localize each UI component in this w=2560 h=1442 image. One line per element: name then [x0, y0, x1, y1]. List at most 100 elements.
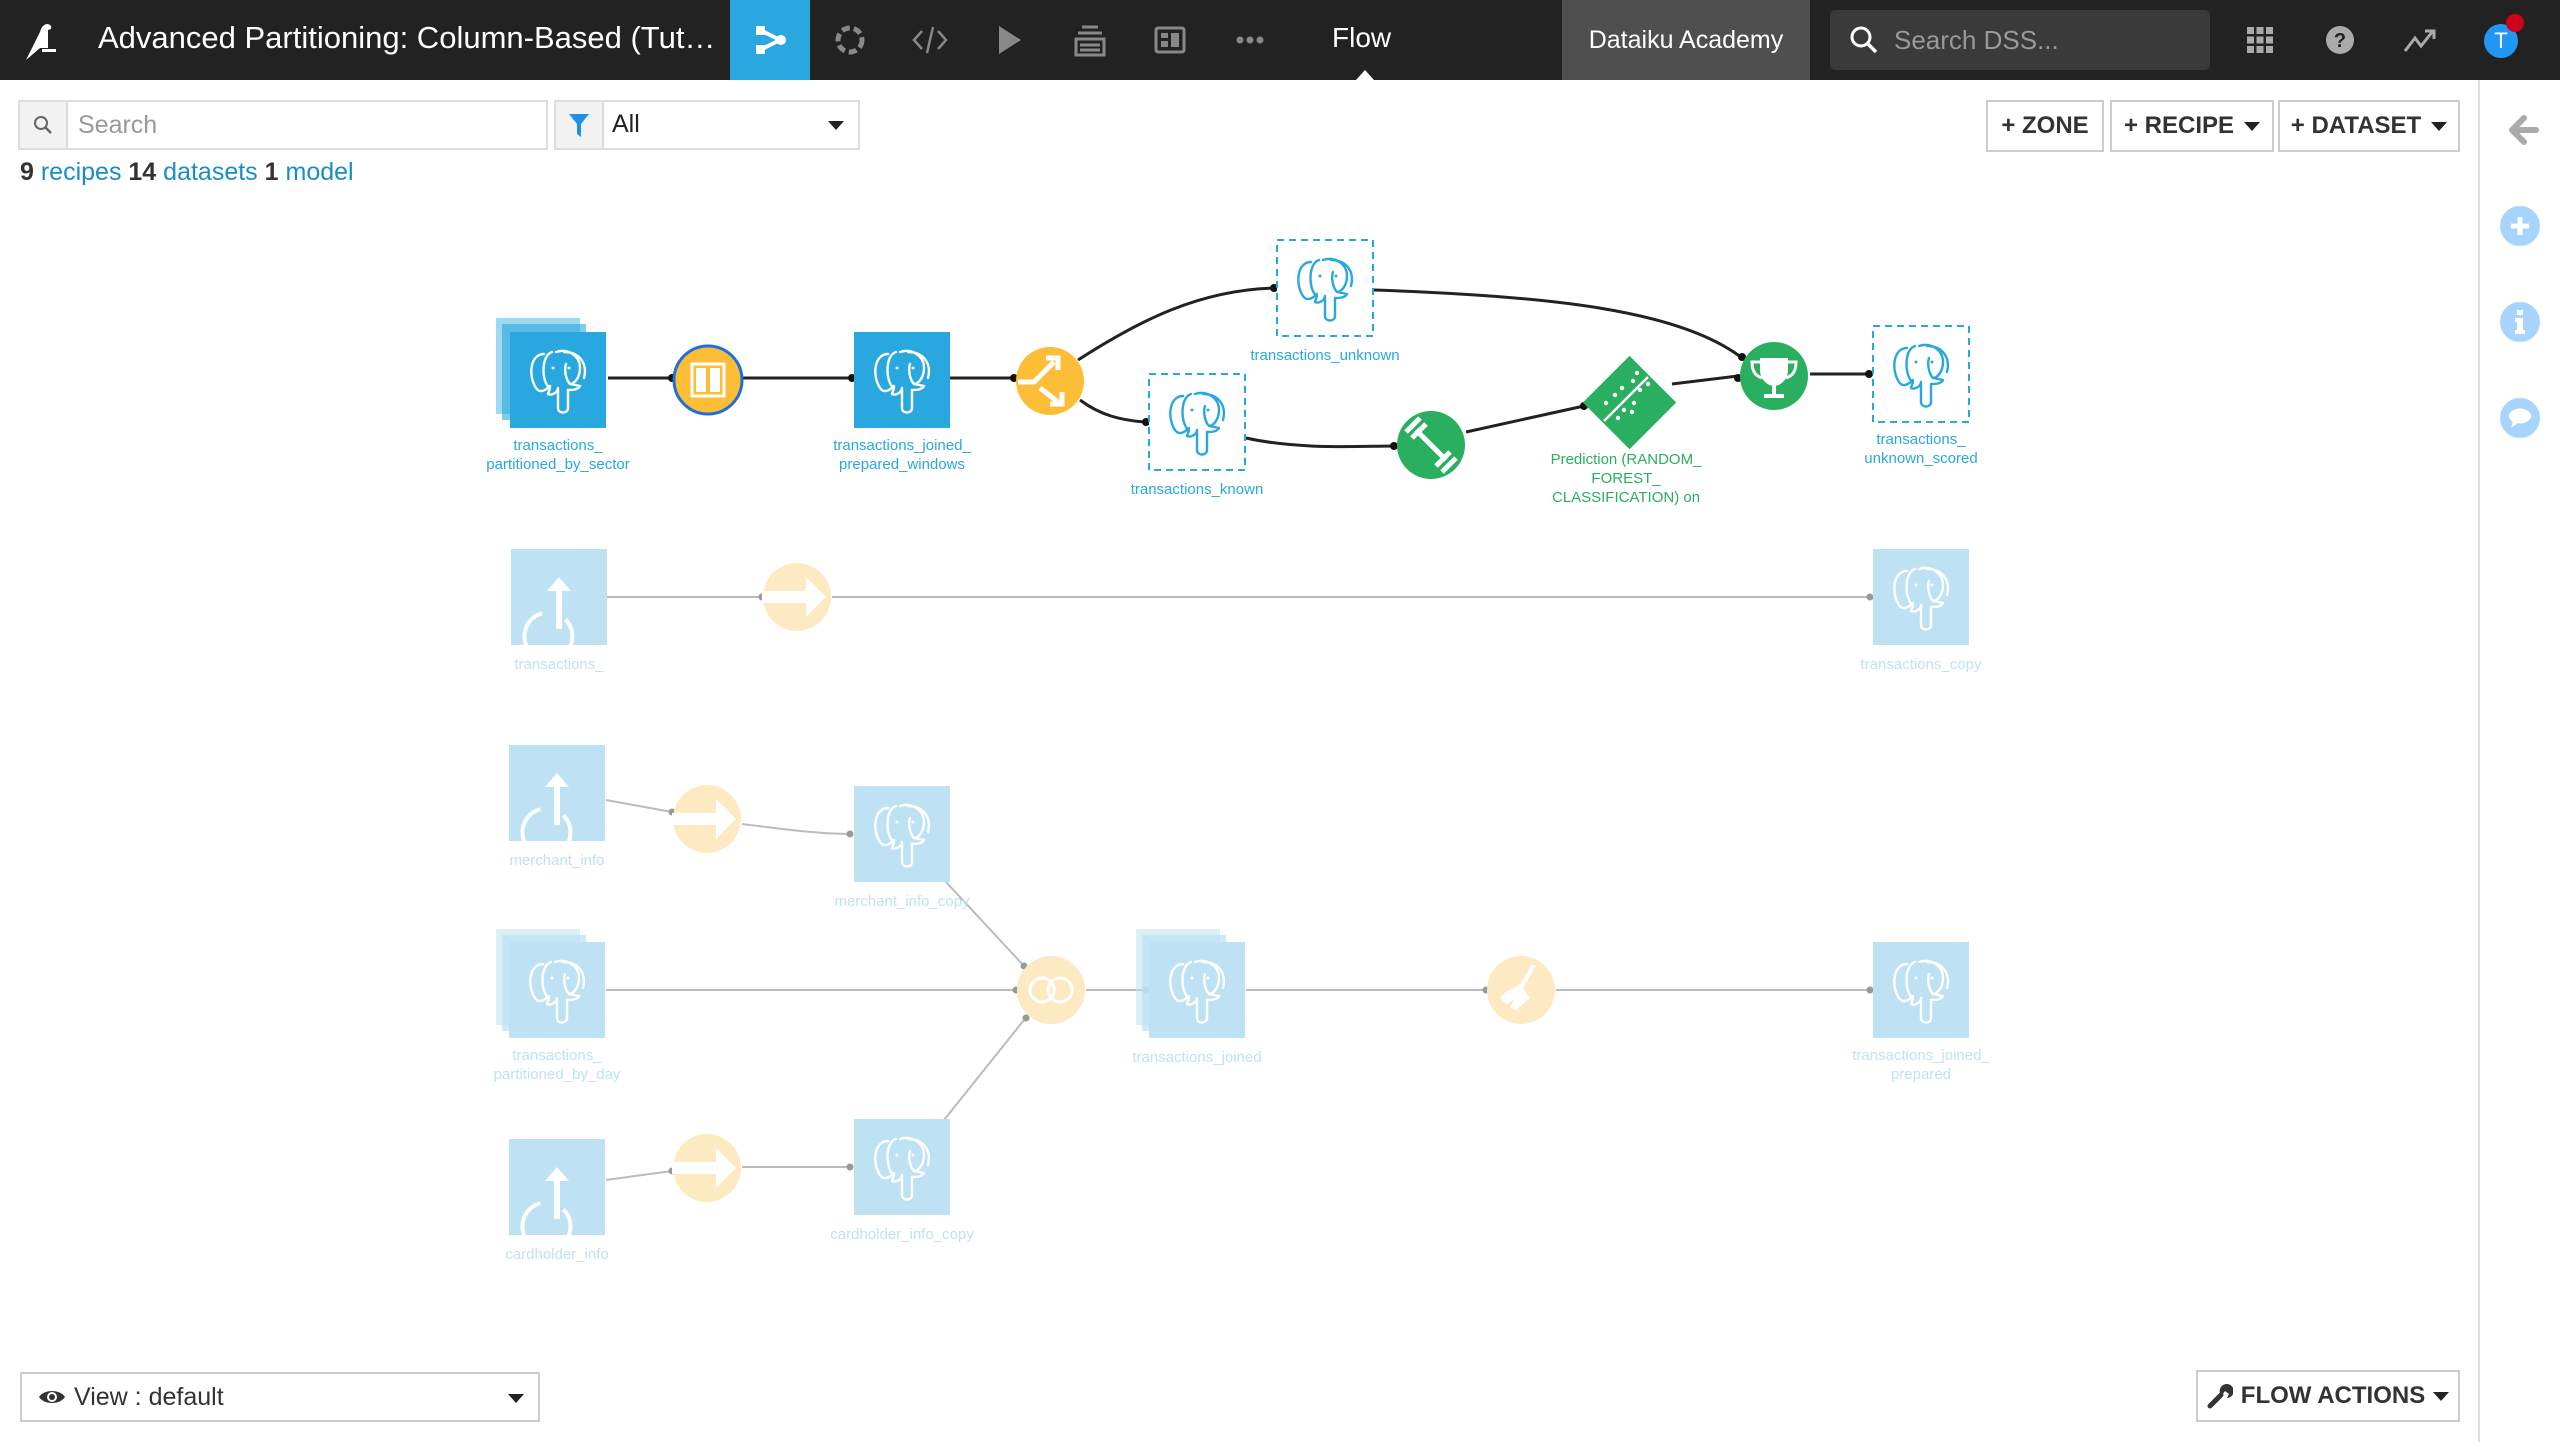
- dataset-label: transactions_copy: [1860, 656, 1982, 673]
- dataiku-logo-icon[interactable]: [18, 18, 62, 62]
- current-section-label: Flow: [1332, 22, 1392, 53]
- faded-edges: [605, 596, 1870, 1181]
- dataset-label: transactions_unknown: [1250, 347, 1400, 364]
- flow-icon: [756, 26, 786, 54]
- dataset-node-merchant-info[interactable]: [509, 745, 605, 864]
- recipe-node-train[interactable]: [1397, 411, 1465, 479]
- trend-icon: [2403, 29, 2436, 52]
- datasets-nav-button[interactable]: [1050, 0, 1130, 80]
- recipe-node-window[interactable]: [672, 344, 744, 416]
- datasets-stack-icon: [1074, 25, 1106, 57]
- recipe-node-sync-transactions[interactable]: [762, 563, 831, 631]
- dataset-label: cardholder_info_copy: [830, 1226, 974, 1243]
- edge: [1373, 288, 1743, 360]
- edge: [1671, 374, 1739, 386]
- dataset-label: transactions_joined: [1132, 1049, 1262, 1066]
- eye-icon: [38, 1386, 66, 1413]
- dataset-node-transactions-unknown-scored[interactable]: [1872, 325, 1970, 423]
- code-nav-button[interactable]: [890, 0, 970, 80]
- recipe-node-join[interactable]: [1017, 956, 1085, 1024]
- flow-actions-label: FLOW ACTIONS: [2240, 1382, 2426, 1409]
- apps-grid-icon: [2247, 27, 2273, 53]
- recipe-node-score[interactable]: [1740, 342, 1808, 410]
- recipe-node-sync-cardholder[interactable]: [672, 1134, 741, 1202]
- dataset-label: cardholder_info: [505, 1246, 609, 1263]
- edge: [741, 823, 851, 835]
- activity-button[interactable]: [2400, 20, 2440, 60]
- edge: [605, 1170, 673, 1181]
- dataset-node-transactions-unknown[interactable]: [1276, 239, 1374, 337]
- recipe-node-split[interactable]: [1016, 347, 1084, 415]
- dataset-node-transactions-partitioned-by-sector[interactable]: [496, 318, 606, 428]
- edge: [1245, 436, 1395, 449]
- dataset-node-transactions-known[interactable]: [1148, 373, 1246, 471]
- edge: [943, 1019, 1025, 1121]
- dataset-node-transactions-partitioned-by-day[interactable]: [496, 929, 605, 1038]
- active-edge-dots: [668, 284, 1873, 450]
- run-icon: [999, 26, 1021, 54]
- flow-graph: [496, 239, 1970, 1258]
- chevron-down-icon: [2433, 1391, 2450, 1401]
- dashboard-nav-button[interactable]: [1130, 0, 1210, 80]
- collapse-panel-button[interactable]: [2502, 110, 2542, 150]
- discussions-panel-button[interactable]: [2500, 398, 2540, 438]
- chevron-down-icon: [508, 1394, 524, 1403]
- dataset-label: merchant_info_copy: [834, 893, 970, 910]
- dataset-label: transactions_ partitioned_by_sector: [486, 437, 630, 473]
- recipe-node-sync-merchant[interactable]: [672, 785, 741, 853]
- info-icon: [2515, 310, 2525, 334]
- info-panel-button[interactable]: [2500, 302, 2540, 342]
- model-label: Prediction (RANDOM_ FOREST_ CLASSIFICATION…: [1550, 451, 1702, 506]
- view-selector[interactable]: View : default: [20, 1372, 540, 1422]
- lab-nav-button[interactable]: [810, 0, 890, 80]
- edge: [1465, 404, 1585, 434]
- more-icon: [1236, 36, 1264, 44]
- view-selector-label: View : default: [74, 1383, 224, 1411]
- faded-edge-dots: [668, 593, 1874, 1175]
- dataset-label: merchant_info: [509, 852, 605, 869]
- notification-badge: [2506, 14, 2524, 32]
- jobs-nav-button[interactable]: [970, 0, 1050, 80]
- more-nav-button[interactable]: [1210, 0, 1290, 80]
- flow-actions-button[interactable]: FLOW ACTIONS: [2196, 1370, 2460, 1422]
- dataset-node-transactions-joined[interactable]: [1136, 929, 1245, 1038]
- recipe-node-prepare[interactable]: [1487, 956, 1555, 1024]
- section-indicator-caret: [1356, 70, 1374, 80]
- top-navigation-bar: Advanced Partitioning: Column-Based (Tut…: [0, 0, 2560, 80]
- lab-icon: [835, 25, 865, 55]
- add-icon: [2511, 217, 2529, 235]
- instance-name-button[interactable]: Dataiku Academy: [1562, 0, 1810, 80]
- dataset-node-cardholder-info[interactable]: [509, 1139, 605, 1258]
- dataset-label: transactions_known: [1130, 481, 1264, 498]
- wrench-icon: [2207, 1384, 2233, 1409]
- help-icon: ?: [2326, 26, 2354, 54]
- model-node-prediction[interactable]: [1582, 355, 1677, 450]
- code-icon: [912, 26, 948, 54]
- dataset-label: transactions_joined_ prepared: [1852, 1047, 1990, 1083]
- global-search-input[interactable]: [1894, 20, 2194, 60]
- dataset-node-transactions-joined-prepared[interactable]: [1873, 942, 1969, 1038]
- flow-nav-button[interactable]: [730, 0, 810, 80]
- apps-grid-button[interactable]: [2240, 20, 2280, 60]
- dataset-node-merchant-info-copy[interactable]: [854, 786, 950, 882]
- flow-canvas[interactable]: transactions_ partitioned_by_sector trans…: [0, 80, 2478, 1442]
- edge: [605, 799, 673, 813]
- edge: [1079, 398, 1145, 424]
- search-icon: [1848, 24, 1880, 61]
- dashboard-icon: [1154, 26, 1186, 54]
- dataset-node-cardholder-info-copy[interactable]: [854, 1119, 950, 1215]
- dataset-label: transactions_ partitioned_by_day: [493, 1047, 621, 1083]
- help-button[interactable]: ?: [2320, 20, 2360, 60]
- dataset-label: transactions_joined_ prepared_windows: [833, 437, 971, 473]
- right-panel-divider: [2478, 80, 2480, 1442]
- dataset-node-transactions-upload[interactable]: [511, 549, 607, 668]
- discussion-icon: [2509, 408, 2531, 428]
- global-search[interactable]: [1830, 10, 2210, 70]
- dataset-node-transactions-joined-prepared-windows[interactable]: [854, 332, 950, 428]
- dataset-label: transactions_ unknown_scored: [1864, 431, 1978, 467]
- dataset-label: transactions_: [514, 656, 604, 673]
- add-panel-button[interactable]: [2500, 206, 2540, 246]
- edge: [1077, 286, 1275, 362]
- dataset-node-transactions-copy[interactable]: [1873, 549, 1969, 645]
- project-title[interactable]: Advanced Partitioning: Column-Based (Tut…: [98, 20, 715, 56]
